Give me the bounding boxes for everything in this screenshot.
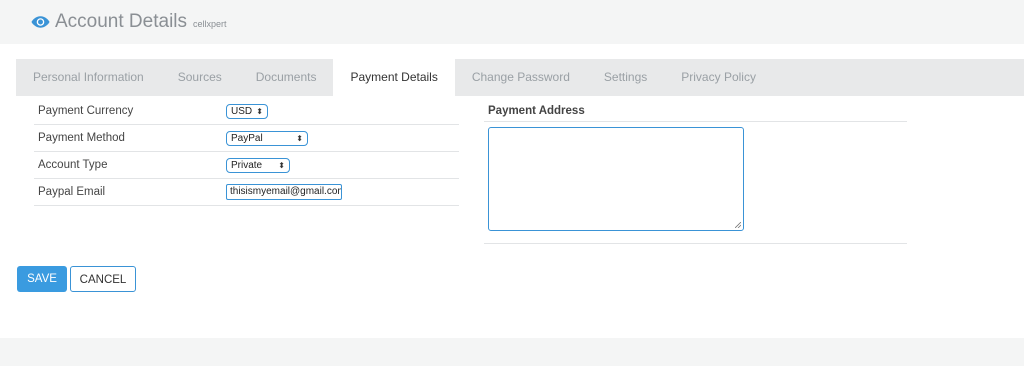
payment-form: Payment Currency USD ⬍ Payment Method Pa…: [34, 98, 459, 206]
tab-personal-information[interactable]: Personal Information: [16, 59, 161, 96]
select-arrows-icon: ⬍: [256, 106, 263, 116]
save-button[interactable]: SAVE: [17, 266, 67, 292]
divider: [484, 243, 907, 244]
method-label: Payment Method: [38, 132, 125, 144]
currency-select-value: USD: [231, 105, 253, 117]
email-row: Paypal Email thisismyemail@gmail.com: [34, 179, 459, 206]
currency-row: Payment Currency USD ⬍: [34, 98, 459, 125]
payment-address-textarea[interactable]: [488, 127, 744, 231]
tab-settings[interactable]: Settings: [587, 59, 664, 96]
title-group: Account Details cellxpert: [31, 11, 227, 33]
tab-bar: Personal Information Sources Documents P…: [16, 59, 1024, 96]
payment-address-label: Payment Address: [484, 98, 907, 122]
select-arrows-icon: ⬍: [278, 160, 285, 170]
email-label: Paypal Email: [38, 186, 106, 198]
tab-change-password[interactable]: Change Password: [455, 59, 587, 96]
tab-sources[interactable]: Sources: [161, 59, 239, 96]
header-bar: Account Details cellxpert: [0, 0, 1024, 44]
cancel-button[interactable]: CANCEL: [70, 266, 136, 292]
account-type-row: Account Type Private ⬍: [34, 152, 459, 179]
account-type-select-value: Private: [231, 159, 263, 171]
page-subtitle: cellxpert: [193, 19, 227, 29]
method-select[interactable]: PayPal ⬍: [226, 130, 308, 146]
payment-address-section: Payment Address: [484, 98, 907, 244]
account-type-select[interactable]: Private ⬍: [226, 157, 290, 173]
page-title: Account Details: [55, 11, 188, 32]
eye-icon: [31, 16, 50, 28]
currency-label: Payment Currency: [38, 105, 134, 117]
method-select-value: PayPal: [231, 132, 263, 144]
method-row: Payment Method PayPal ⬍: [34, 125, 459, 152]
tab-privacy-policy[interactable]: Privacy Policy: [664, 59, 773, 96]
paypal-email-input[interactable]: thisismyemail@gmail.com: [226, 184, 342, 200]
account-type-label: Account Type: [38, 159, 108, 171]
tab-payment-details[interactable]: Payment Details: [333, 59, 455, 96]
select-arrows-icon: ⬍: [296, 133, 303, 143]
tab-documents[interactable]: Documents: [239, 59, 334, 96]
resize-grip-icon[interactable]: [735, 222, 741, 228]
currency-select[interactable]: USD ⬍: [226, 103, 268, 119]
